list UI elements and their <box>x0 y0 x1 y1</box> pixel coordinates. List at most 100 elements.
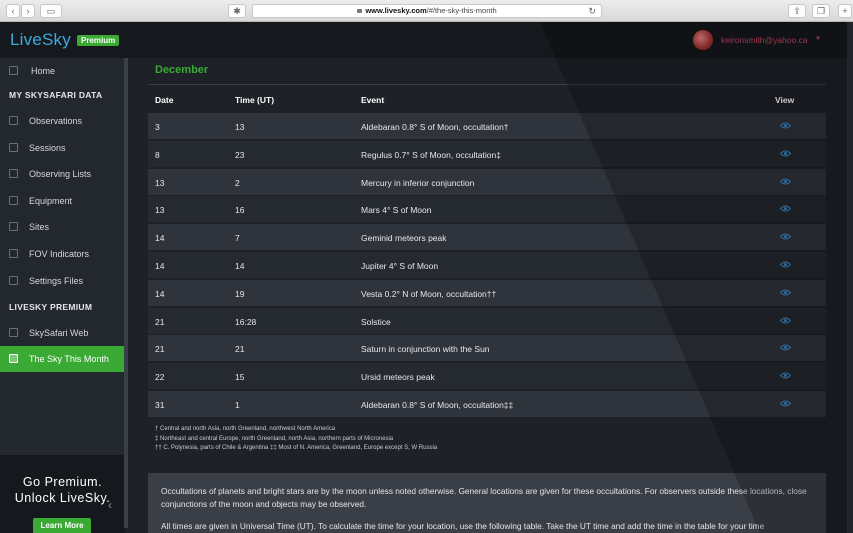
main-content: December Date Time (UT) Event View 3 13 Al… <box>130 58 853 533</box>
observations-icon <box>9 116 18 125</box>
sidebar-item-observing-lists[interactable]: Observing Lists <box>0 161 125 187</box>
table-row: 8 23 Regulus 0.7° S of Moon, occultation‡ <box>148 140 826 167</box>
page-scrollbar[interactable] <box>847 22 853 533</box>
cell-time: 19 <box>235 288 245 299</box>
sidebar-item-label: FOV Indicators <box>29 249 90 259</box>
eye-icon[interactable] <box>780 121 791 130</box>
sidebar-section-premium: LIVESKY PREMIUM <box>9 302 93 312</box>
sidebar-item-label: Sessions <box>29 143 66 153</box>
cell-date: 21 <box>155 316 165 327</box>
sidebar-item-fov-indicators[interactable]: FOV Indicators <box>0 241 125 267</box>
cell-event: Aldebaran 0.8° S of Moon, occultation† <box>361 122 509 132</box>
chevron-left-icon[interactable]: ‹ <box>108 498 112 512</box>
cell-time: 2 <box>235 177 240 188</box>
footnote: † Central and north Asia, north Greenlan… <box>155 426 336 432</box>
sidebar-toggle-button[interactable]: ▭ <box>40 4 62 18</box>
telescope-icon <box>9 196 18 205</box>
cell-time: 16:28 <box>235 316 257 327</box>
fov-icon <box>9 249 18 258</box>
sidebar-section-my-data: MY SKYSAFARI DATA <box>9 90 103 100</box>
eye-icon[interactable] <box>780 204 791 213</box>
sidebar-item-sessions[interactable]: Sessions <box>0 135 125 161</box>
sidebar-item-label: Settings Files <box>29 276 84 286</box>
cell-date: 3 <box>155 122 160 132</box>
cell-date: 14 <box>155 288 165 299</box>
lock-icon <box>357 9 363 13</box>
sidebar-item-label: Sites <box>29 222 50 232</box>
promo-headline: Go Premium. <box>22 475 103 489</box>
url-path: /#/the-sky-this-month <box>426 6 497 15</box>
chevron-down-icon[interactable]: ▼ <box>815 36 821 42</box>
month-title: December <box>155 64 209 76</box>
cell-event: Geminid meteors peak <box>361 233 447 244</box>
table-row: 13 2 Mercury in inferior conjunction <box>148 168 826 195</box>
table-row: 21 21 Saturn in conjunction with the Sun <box>148 335 826 362</box>
extension-button[interactable]: ✱ <box>228 4 246 18</box>
eye-icon[interactable] <box>780 371 791 380</box>
sidebar-item-settings-files[interactable]: Settings Files <box>0 268 125 294</box>
share-button[interactable]: ⇪ <box>788 4 806 18</box>
browser-toolbar: ‹ › ▭ ✱ www.livesky.com/#/the-sky-this-m… <box>0 0 853 22</box>
sidebar-item-skysafari-web[interactable]: SkySafari Web <box>0 320 125 346</box>
table-row: 14 7 Geminid meteors peak <box>148 224 826 251</box>
avatar[interactable] <box>693 30 713 50</box>
sidebar-item-sites[interactable]: Sites <box>0 214 125 240</box>
sidebar-item-label: Observations <box>29 116 83 126</box>
header-event: Event <box>361 95 385 105</box>
sidebar-item-observations[interactable]: Observations <box>0 108 125 134</box>
eye-icon[interactable] <box>780 316 791 325</box>
cell-event: Jupiter 4° S of Moon <box>361 261 439 271</box>
premium-promo: Go Premium. Unlock LiveSky. Learn More <box>0 455 125 533</box>
learn-more-button[interactable]: Learn More <box>33 518 91 533</box>
page-root: ‹ › ▭ ✱ www.livesky.com/#/the-sky-this-m… <box>0 0 853 533</box>
cell-date: 21 <box>155 344 165 355</box>
list-icon <box>9 169 18 178</box>
cell-time: 1 <box>235 400 240 410</box>
home-icon <box>9 66 18 75</box>
cell-event: Saturn in conjunction with the Sun <box>361 344 490 355</box>
forward-button[interactable]: › <box>21 4 35 18</box>
file-icon <box>9 276 18 285</box>
eye-icon[interactable] <box>780 177 791 186</box>
tabs-button[interactable]: ❐ <box>812 4 830 18</box>
cell-date: 14 <box>155 261 165 271</box>
footnotes: † Central and north Asia, north Greenlan… <box>155 425 437 454</box>
eye-icon[interactable] <box>780 343 791 352</box>
cell-event: Mars 4° S of Moon <box>361 205 432 216</box>
premium-badge: Premium <box>77 35 120 46</box>
sidebar-item-label: The Sky This Month <box>29 354 109 364</box>
header-date: Date <box>155 95 174 105</box>
table-row: 13 16 Mars 4° S of Moon <box>148 196 826 223</box>
sidebar-item-label: Observing Lists <box>29 169 92 179</box>
user-menu[interactable]: keironsmith@yahoo.ca <box>721 35 808 45</box>
sessions-icon <box>9 143 18 152</box>
cell-date: 13 <box>155 205 165 216</box>
reload-icon[interactable]: ↻ <box>588 5 596 17</box>
sidebar-item-label: Equipment <box>29 196 73 206</box>
eye-icon[interactable] <box>780 288 791 297</box>
info-panel: Occultations of planets and bright stars… <box>148 473 826 533</box>
eye-icon[interactable] <box>780 260 791 269</box>
sidebar-scrollbar[interactable] <box>124 58 128 528</box>
header-view: View <box>775 95 795 105</box>
livesky-logo[interactable]: LiveSky <box>10 30 71 50</box>
promo-subheadline: Unlock LiveSky. <box>14 491 111 505</box>
sidebar-item-equipment[interactable]: Equipment <box>0 188 125 214</box>
info-paragraph: All times are given in Universal Time (U… <box>161 521 765 531</box>
table-row: 31 1 Aldebaran 0.8° S of Moon, occultation… <box>148 391 826 417</box>
eye-icon[interactable] <box>780 399 791 408</box>
table-row: 3 13 Aldebaran 0.8° S of Moon, occultation… <box>148 113 826 139</box>
sidebar-item-sky-this-month[interactable]: The Sky This Month <box>0 346 125 372</box>
footnote: †† C. Polynesia, parts of Chile & Argent… <box>155 445 438 451</box>
sidebar-item-label: SkySafari Web <box>29 328 89 338</box>
eye-icon[interactable] <box>780 232 791 241</box>
cell-time: 21 <box>235 344 245 355</box>
back-button[interactable]: ‹ <box>6 4 20 18</box>
sidebar-item-home[interactable]: Home <box>0 58 125 84</box>
new-tab-button[interactable]: + <box>838 4 852 18</box>
divider <box>148 84 826 85</box>
cell-date: 13 <box>155 177 165 188</box>
address-bar[interactable]: www.livesky.com/#/the-sky-this-month ↻ <box>252 4 602 18</box>
eye-icon[interactable] <box>780 149 791 158</box>
app-header: LiveSky Premium keironsmith@yahoo.ca ▼ <box>0 22 853 58</box>
